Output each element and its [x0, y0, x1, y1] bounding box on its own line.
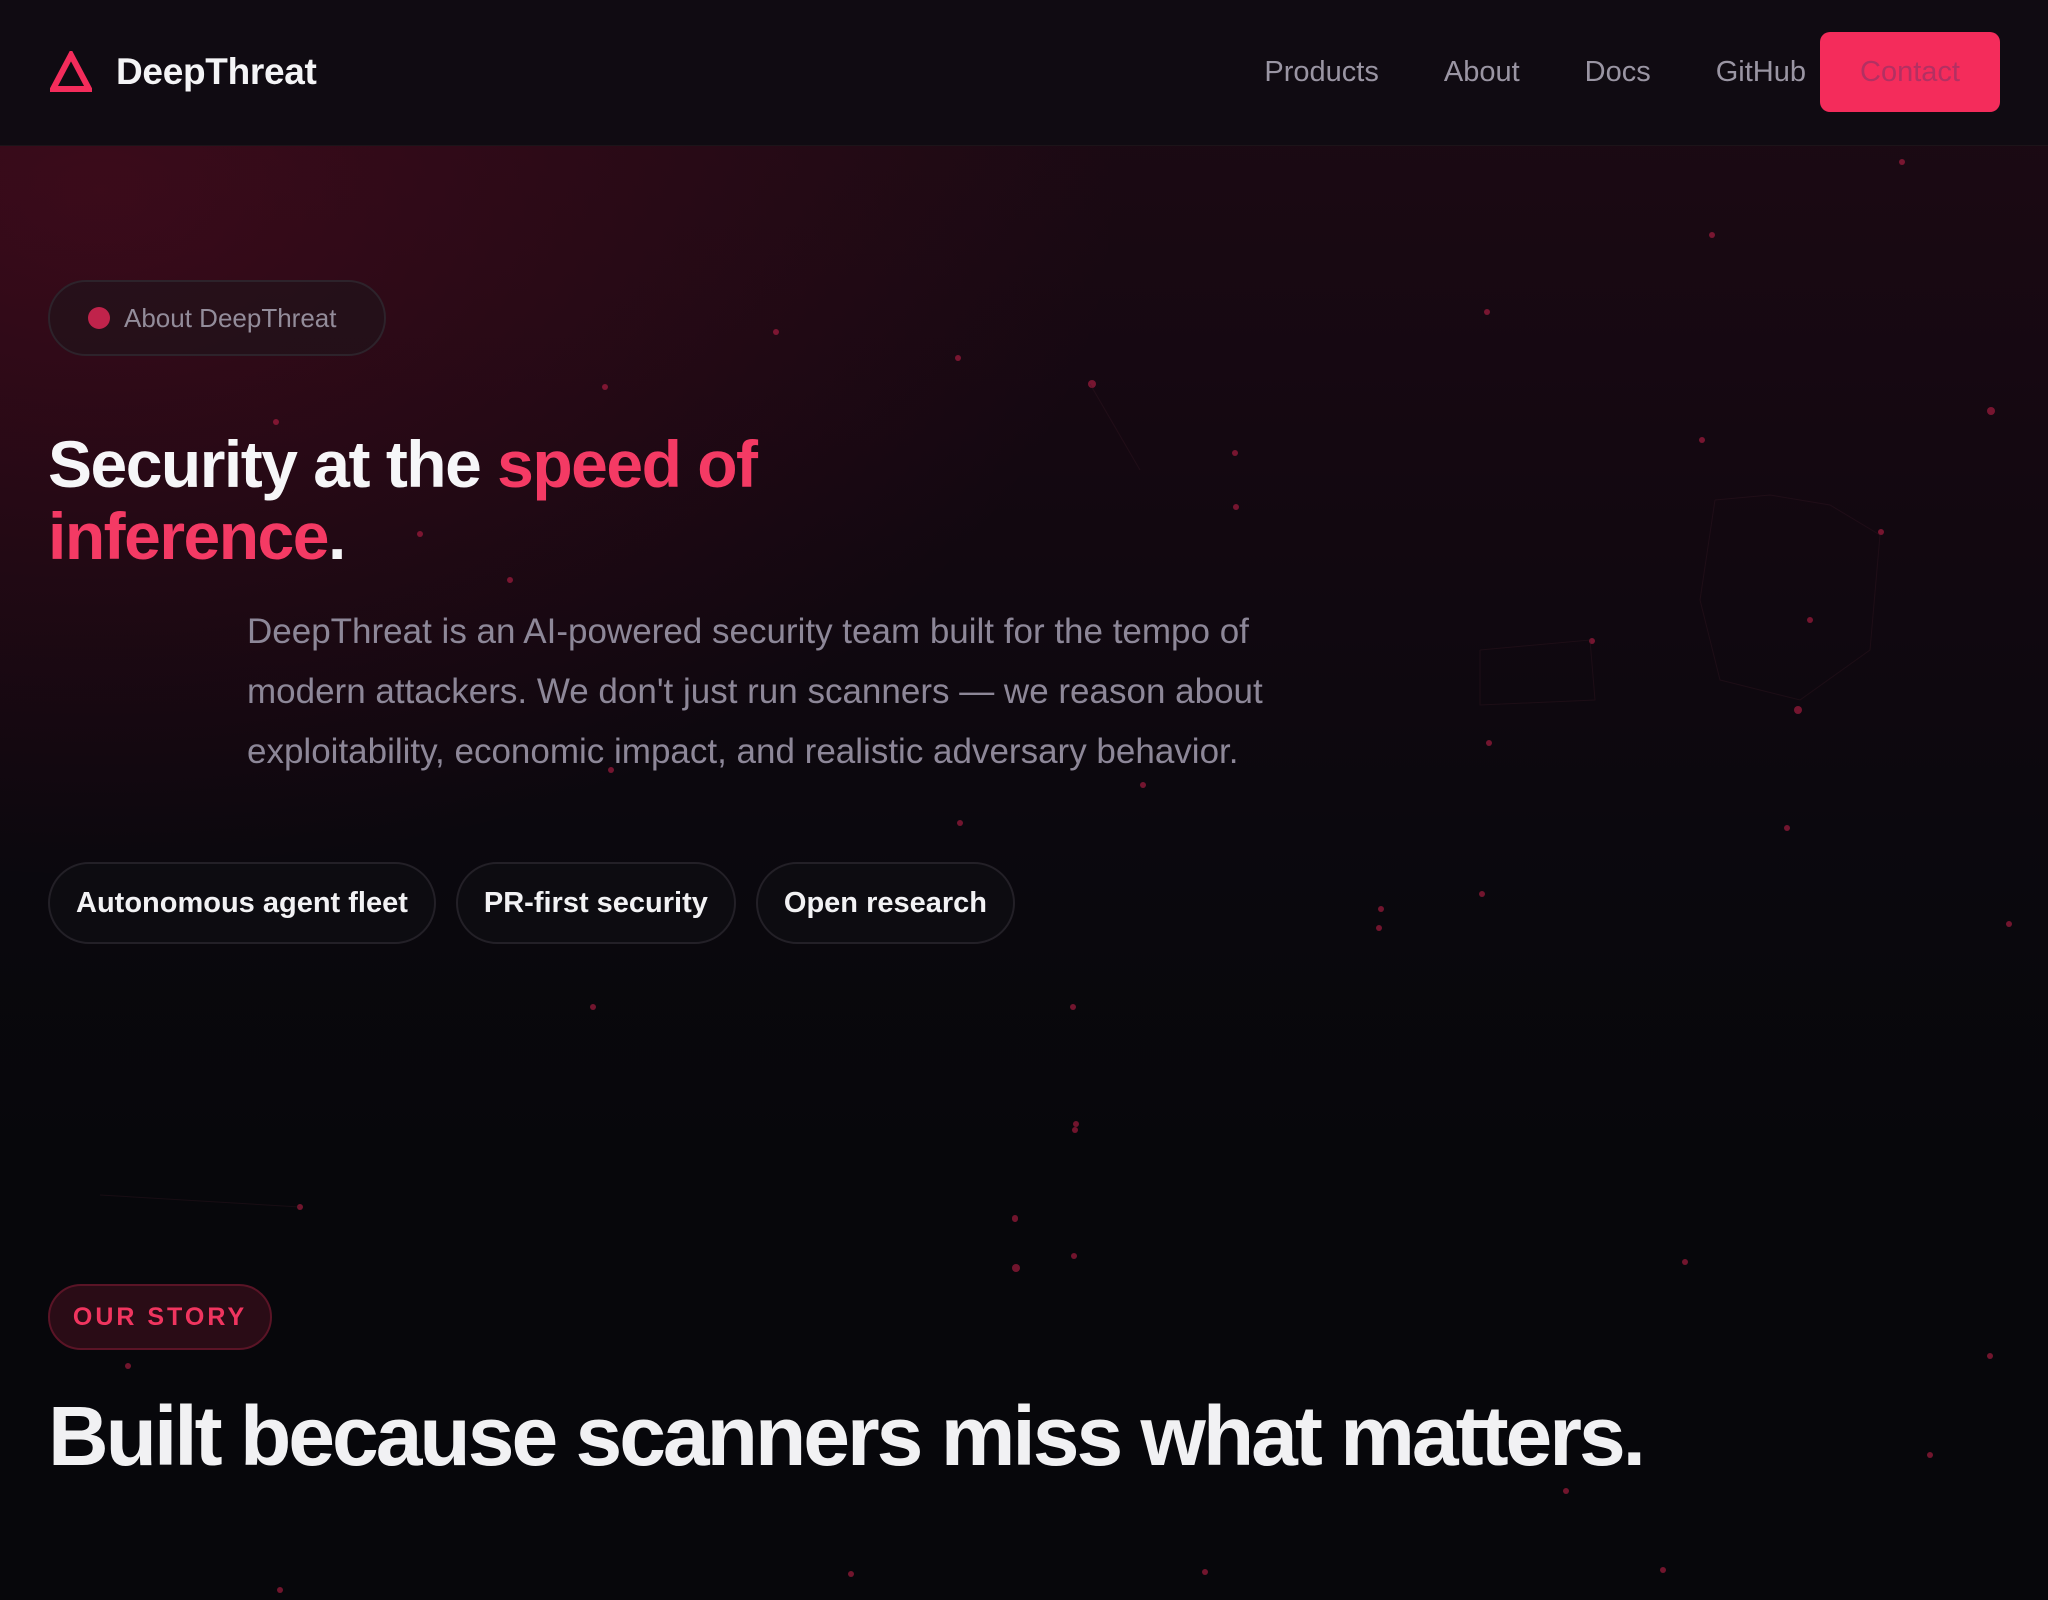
chip-pr-first-security: PR-first security: [455, 862, 736, 944]
our-story-badge: OUR STORY: [48, 1284, 272, 1350]
feature-chips: Autonomous agent fleet PR-first security…: [48, 862, 1016, 944]
about-badge: About DeepThreat: [48, 280, 386, 356]
triangle-logo-icon: [50, 51, 92, 92]
nav-link-docs[interactable]: Docs: [1585, 56, 1651, 89]
about-badge-label: About DeepThreat: [124, 302, 337, 333]
chip-open-research: Open research: [755, 862, 1016, 944]
hero-description: DeepThreat is an AI-powered security tea…: [247, 612, 1263, 771]
nav-links: Products About Docs GitHub: [1264, 50, 1806, 94]
story-title: Built because scanners miss what matters…: [48, 1389, 1646, 1483]
hero-title: Security at the speed of inference.: [48, 428, 948, 572]
nav-link-github[interactable]: GitHub: [1716, 56, 1806, 89]
particle-background: [99, 159, 2012, 1593]
top-nav: DeepThreat Products About Docs GitHub Co…: [0, 0, 2048, 146]
page: DeepThreat Products About Docs GitHub Co…: [0, 0, 2048, 1600]
nav-link-products[interactable]: Products: [1264, 56, 1378, 89]
contact-button[interactable]: Contact: [1820, 32, 2000, 112]
chip-autonomous-agent-fleet: Autonomous agent fleet: [48, 862, 436, 944]
nav-link-about[interactable]: About: [1444, 56, 1520, 89]
hero-title-lead: Security at the: [48, 427, 498, 501]
brand-name: DeepThreat: [116, 51, 317, 92]
brand[interactable]: DeepThreat: [50, 44, 317, 100]
hero-title-end: .: [327, 499, 346, 573]
badge-dot-icon: [88, 307, 110, 329]
